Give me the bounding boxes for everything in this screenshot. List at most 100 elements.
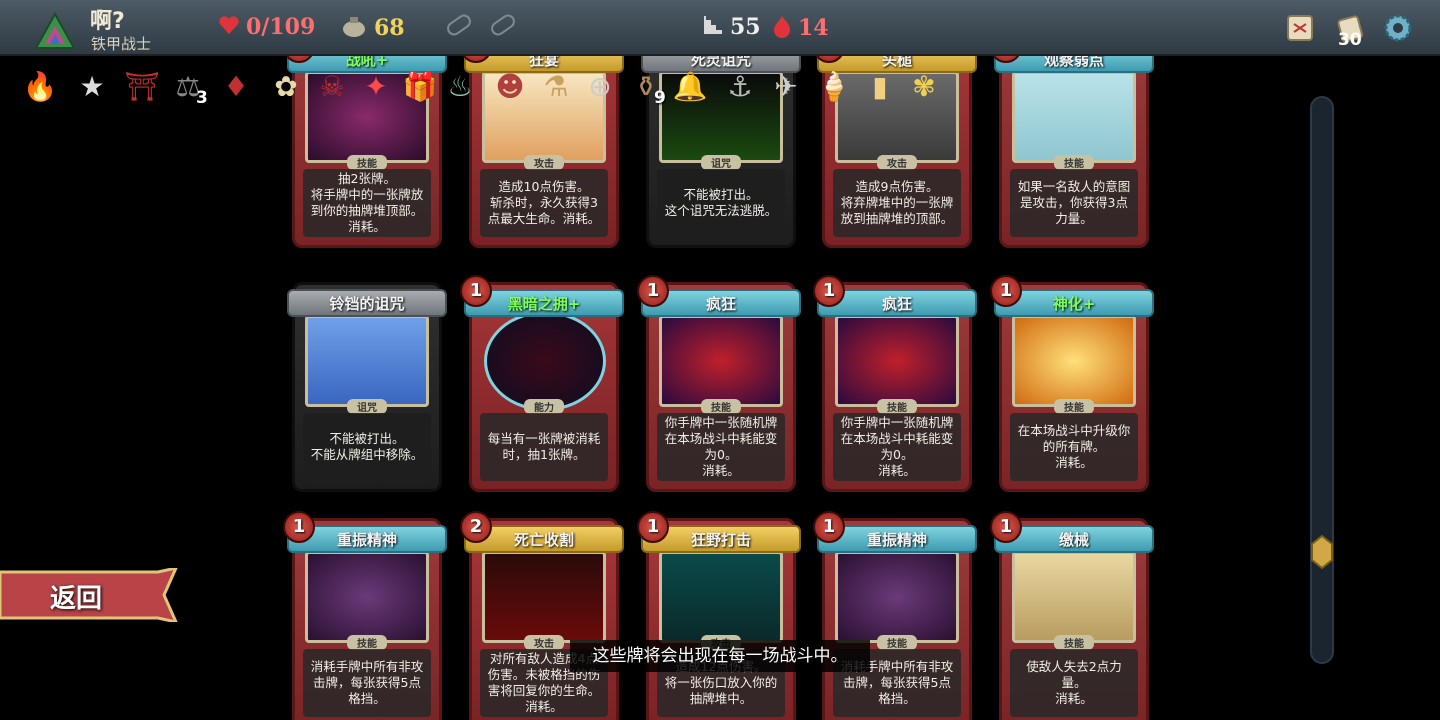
card[interactable]: 1 神化+ 技能 在本场战斗中升级你的所有牌。 消耗。 (990, 275, 1154, 492)
card-title: 铃铛的诅咒 (287, 289, 447, 317)
card-description: 不能被打出。 这个诅咒无法逃脱。 (657, 169, 785, 237)
stairs-icon (702, 14, 724, 42)
card-description: 如果一名敌人的意图是攻击，你获得3点 力量。 (1010, 169, 1138, 237)
ascension-display: 14 (772, 14, 829, 44)
lamp-icon[interactable]: ♨ (440, 66, 480, 106)
anchor-icon[interactable]: ⚓ (720, 66, 760, 106)
card-description: 抽2张牌。 将手牌中的一张牌放到你的抽牌堆顶部。 消耗。 (303, 169, 431, 237)
card-description-line: 将一张伤口放入你的抽牌堆中。 (664, 675, 778, 706)
card-description-line: 消耗。 (702, 463, 740, 478)
card-art (835, 315, 959, 407)
card-description-line: 消耗。 (525, 699, 563, 714)
deck-count: 30 (1338, 30, 1362, 50)
map-icon[interactable] (1284, 12, 1316, 44)
card-type: 技能 (1054, 399, 1094, 414)
card-type: 技能 (1054, 155, 1094, 170)
card-type: 攻击 (877, 155, 917, 170)
card-description-line: 消耗。 (348, 219, 386, 234)
mark-of-pain-icon[interactable]: ✦ (356, 66, 396, 106)
settings-gear-icon[interactable] (1382, 12, 1414, 44)
card[interactable]: 1 重振精神 技能 消耗手牌中所有非攻击牌，每张获得5点 格挡。 (283, 511, 447, 720)
card-description-line: 每当有一张牌被消耗时，抽1张牌。 (487, 431, 601, 462)
card[interactable]: 1 疯狂 技能 你手牌中一张随机牌在本场战斗中耗能变为0。 消耗。 (637, 275, 801, 492)
card-description-line: 将手牌中的一张牌放到你的抽牌堆顶部。 (310, 187, 424, 218)
card-description: 造成9点伤害。 将弃牌堆中的一张牌放到抽牌堆的顶部。 (833, 169, 961, 237)
card-art (1012, 551, 1136, 643)
card-art (1012, 71, 1136, 163)
card-description-line: 消耗。 (1055, 691, 1093, 706)
wings-icon[interactable]: ✈ (766, 66, 806, 106)
gold-value: 68 (374, 15, 405, 41)
black-star-icon[interactable]: ★ (72, 66, 112, 106)
hp-display[interactable]: 0/109 (218, 14, 315, 41)
ginger-icon[interactable]: ✿ (266, 66, 306, 106)
card-description-line: 力量。 (1055, 211, 1093, 226)
return-button-label[interactable]: 返回 (50, 578, 102, 615)
card-type: 攻击 (524, 155, 564, 170)
card-description-line: 造成10点伤害。 (498, 179, 590, 194)
card-description: 不能被打出。 不能从牌组中移除。 (303, 413, 431, 481)
card-description-line: 你手牌中一张随机牌在本场战斗中耗能变为0。 (840, 415, 954, 462)
card-art (482, 551, 606, 643)
card-description-line: 造成9点伤害。 (855, 179, 939, 194)
glass-icon[interactable]: ▮ (860, 66, 900, 106)
card[interactable]: 1 黑暗之拥+ 能力 每当有一张牌被消耗时，抽1张牌。 (460, 275, 624, 492)
card-description-line: 斩杀时，永久获得3点最大生命。消耗。 (487, 195, 601, 226)
card-description-line: 不能被打出。 (683, 187, 759, 202)
card-description: 造成10点伤害。 斩杀时，永久获得3点最大生命。消耗。 (480, 169, 608, 237)
pillow-icon[interactable]: ♦ (216, 66, 256, 106)
burning-blood-icon[interactable]: 🔥 (20, 66, 60, 106)
ironclad-class-icon (34, 12, 76, 49)
gift-box-icon[interactable]: 🎁 (400, 66, 440, 106)
card[interactable]: 1 缴械 技能 使敌人失去2点力量。 消耗。 (990, 511, 1154, 720)
card-description-line: 格挡。 (348, 691, 386, 706)
compass-icon[interactable]: ⊕ (580, 66, 620, 106)
card[interactable]: 1 重振精神 技能 消耗手牌中所有非攻击牌，每张获得5点 格挡。 (813, 511, 977, 720)
gold-bag-icon (340, 14, 368, 44)
card-description: 消耗手牌中所有非攻击牌，每张获得5点 格挡。 (303, 649, 431, 717)
gold-display[interactable]: 68 (340, 14, 405, 44)
card-type: 诅咒 (347, 399, 387, 414)
card-description: 在本场战斗中升级你的所有牌。 消耗。 (1010, 413, 1138, 481)
card-type: 技能 (1054, 635, 1094, 650)
player-class: 铁甲战士 (91, 35, 152, 53)
card[interactable]: 铃铛的诅咒诅咒 不能被打出。 不能从牌组中移除。 (287, 282, 447, 492)
card[interactable]: 2 死亡收割 攻击 对所有敌人造成4点伤害。未被格挡的伤害将回复你的生命。 消耗。 (460, 511, 624, 720)
heart-icon (218, 15, 240, 41)
red-skull-icon[interactable]: ☠ (312, 66, 352, 106)
card[interactable]: 1 疯狂 技能 你手牌中一张随机牌在本场战斗中耗能变为0。 消耗。 (813, 275, 977, 492)
card-description: 每当有一张牌被消耗时，抽1张牌。 (480, 413, 608, 481)
card-type: 攻击 (524, 635, 564, 650)
card-cost-orb: 1 (637, 511, 669, 543)
card[interactable]: 1狂野打击攻击造成12点伤害。将一张伤口放入你的抽牌堆中。 (637, 511, 801, 720)
scrollbar-track[interactable] (1310, 96, 1334, 664)
lotus-icon[interactable]: ✾ (904, 66, 944, 106)
card-description-line: 在本场战斗中升级你的所有牌。 (1017, 423, 1131, 454)
ice-cream-icon[interactable]: 🍦 (814, 66, 854, 106)
card-description-line: 消耗手牌中所有非攻击牌，每张获得5点 (310, 659, 424, 690)
card-art (305, 315, 429, 407)
hp-value: 0/109 (246, 14, 316, 40)
card-description-line: 消耗。 (1055, 455, 1093, 470)
scrollbar-thumb[interactable] (1310, 534, 1334, 570)
potion-slot-empty-icon[interactable] (444, 11, 474, 39)
ascension-value: 14 (798, 15, 829, 41)
potion-jar-icon[interactable]: ⚗ (536, 66, 576, 106)
card-cost-orb: 1 (460, 275, 492, 307)
card-art (1012, 315, 1136, 407)
torii-icon[interactable]: ⛩ (122, 66, 162, 106)
mask-icon[interactable]: ☻ (490, 66, 530, 106)
card-cost-orb: 1 (990, 511, 1022, 543)
ascension-flame-icon (772, 14, 792, 44)
card-type: 技能 (877, 635, 917, 650)
bell-icon[interactable]: 🔔 (670, 66, 710, 106)
card[interactable]: 1观察弱点技能如果一名敌人的意图是攻击，你获得3点力量。 (990, 31, 1154, 248)
card-description-line: 这个诅咒无法逃脱。 (664, 203, 778, 218)
floor-value: 55 (730, 14, 761, 40)
tooltip: 这些牌将会出现在每一场战斗中。 (570, 640, 870, 672)
potion-slot-empty-icon[interactable] (488, 11, 518, 39)
card-cost-orb: 2 (460, 511, 492, 543)
card-description-line: 不能被打出。 (329, 431, 405, 446)
card-type: 技能 (347, 635, 387, 650)
card-description-line: 抽2张牌。 (338, 171, 396, 186)
